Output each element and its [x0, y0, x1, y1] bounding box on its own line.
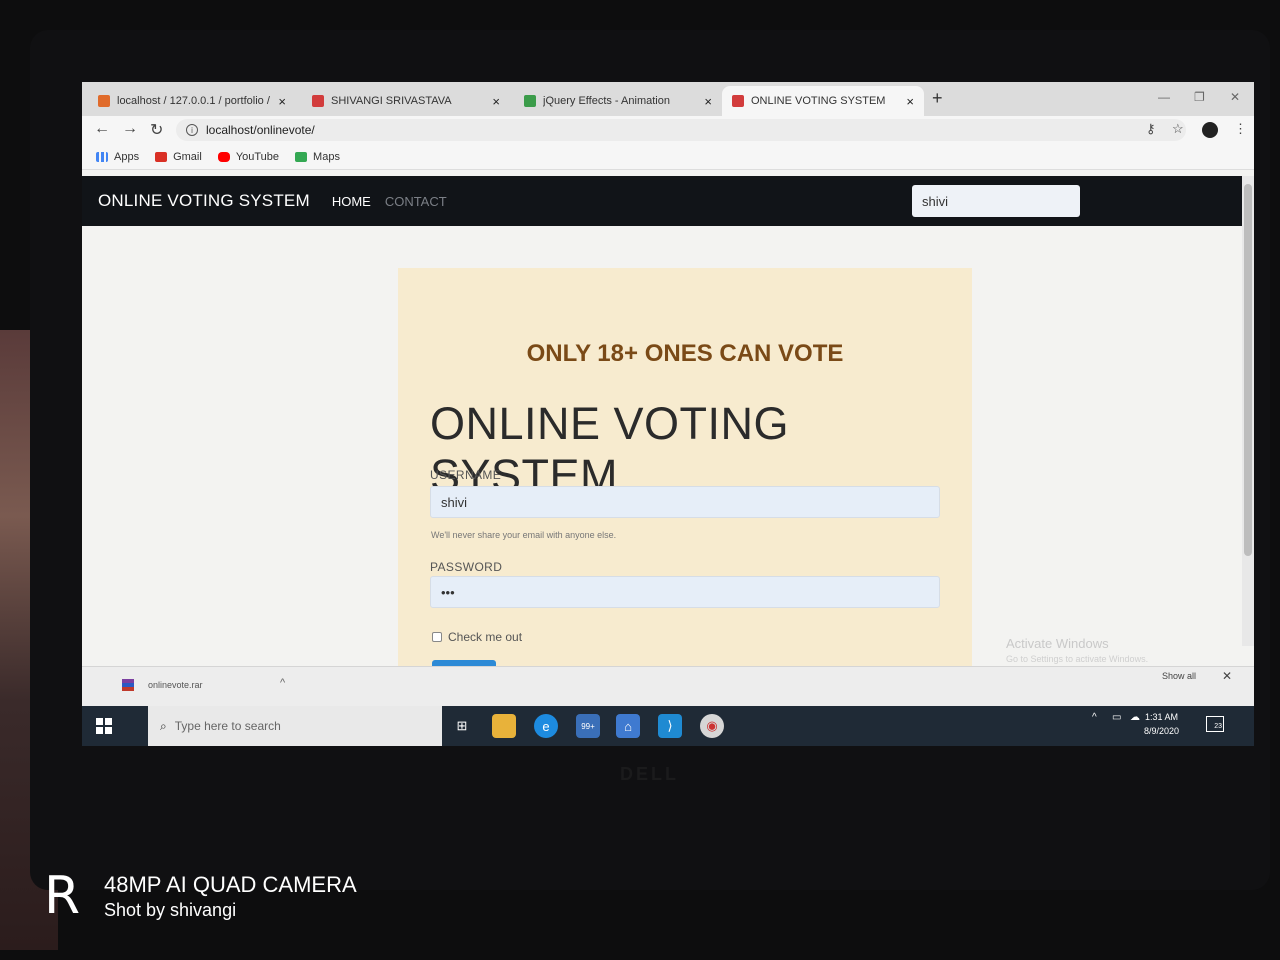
- username-hint: We'll never share your email with anyone…: [431, 530, 617, 540]
- browser-toolbar: ← → ↻ i localhost/onlinevote/ ⚷ ☆ ⋮: [82, 116, 1254, 144]
- site-brand[interactable]: ONLINE VOTING SYSTEM: [98, 191, 310, 211]
- scrollbar-thumb[interactable]: [1244, 184, 1252, 556]
- password-field[interactable]: [430, 576, 940, 608]
- username-field[interactable]: [430, 486, 940, 518]
- activate-windows-title: Activate Windows: [1006, 636, 1109, 651]
- w3schools-icon: [524, 95, 536, 107]
- search-icon: ⌕: [160, 718, 167, 733]
- camera-credit-text: Shot by shivangi: [104, 900, 237, 920]
- nav-home[interactable]: HOME: [332, 194, 371, 209]
- gmail-icon: [155, 151, 168, 162]
- apps-grid-icon: [96, 151, 108, 162]
- checkbox[interactable]: [432, 632, 442, 642]
- windows-taskbar: ⌕ Type here to search ⊞ e 99+ ⌂ ⟩ ◉ ^ ▭ …: [82, 706, 1254, 746]
- menu-kebab-icon[interactable]: ⋮: [1234, 121, 1247, 137]
- window-close-icon[interactable]: ✕: [1230, 90, 1240, 104]
- star-icon[interactable]: ☆: [1172, 121, 1184, 137]
- laptop-brand-logo: DELL: [620, 764, 679, 784]
- bookmark-label: Gmail: [173, 150, 202, 163]
- minimize-icon[interactable]: —: [1158, 90, 1170, 104]
- bookmark-label: YouTube: [235, 150, 280, 163]
- download-filename: onlinevote.rar: [148, 680, 203, 690]
- tray-chevron-icon[interactable]: ^: [1092, 712, 1097, 723]
- maximize-icon[interactable]: ❐: [1194, 90, 1205, 104]
- battery-icon[interactable]: ▭: [1112, 712, 1121, 723]
- info-icon[interactable]: i: [186, 124, 198, 136]
- password-label: PASSWORD: [430, 560, 503, 574]
- store-icon[interactable]: ⌂: [616, 714, 640, 738]
- windows-start-icon[interactable]: [96, 718, 112, 734]
- laptop-screen: localhost / 127.0.0.1 / portfolio / × SH…: [82, 82, 1254, 746]
- tab-title: jQuery Effects - Animation: [543, 95, 670, 107]
- page-scrollbar[interactable]: [1242, 176, 1254, 646]
- task-view-icon[interactable]: ⊞: [450, 714, 474, 738]
- bookmark-label: Apps: [114, 150, 140, 163]
- tab-title: ONLINE VOTING SYSTEM: [751, 95, 886, 107]
- clock-time: 1:31 AM: [1145, 712, 1179, 722]
- show-all-button[interactable]: Show all: [1162, 671, 1196, 681]
- bookmarks-bar: Apps Gmail YouTube Maps: [82, 144, 1254, 170]
- navbar-search-input[interactable]: [912, 185, 1080, 217]
- nav-contact[interactable]: CONTACT: [385, 194, 447, 209]
- age-requirement-heading: ONLY 18+ ONES CAN VOTE: [526, 340, 844, 367]
- browser-tab-strip: localhost / 127.0.0.1 / portfolio / × SH…: [82, 82, 1254, 116]
- close-tab-icon[interactable]: ×: [492, 94, 500, 109]
- reload-icon[interactable]: ↻: [150, 120, 163, 140]
- address-bar[interactable]: i localhost/onlinevote/: [176, 119, 1186, 141]
- mail-icon[interactable]: 99+: [576, 714, 600, 738]
- html-file-icon: [732, 95, 744, 107]
- camera-model-text: 48MP AI QUAD CAMERA: [104, 872, 357, 897]
- camera-logo: R: [44, 866, 81, 926]
- notification-count: 23: [1214, 723, 1222, 730]
- maps-icon: [295, 151, 308, 162]
- bookmark-apps[interactable]: Apps: [96, 151, 139, 163]
- taskbar-search-box[interactable]: ⌕ Type here to search: [148, 706, 442, 746]
- onedrive-icon[interactable]: ☁: [1130, 712, 1140, 723]
- login-card: ONLY 18+ ONES CAN VOTE ONLINE VOTING SYS…: [398, 268, 972, 670]
- key-icon[interactable]: ⚷: [1146, 121, 1156, 137]
- back-arrow-icon[interactable]: ←: [94, 120, 110, 138]
- phpmyadmin-icon: [98, 95, 110, 107]
- forward-arrow-icon[interactable]: →: [122, 120, 138, 138]
- tab-title: SHIVANGI SRIVASTAVA: [331, 95, 452, 107]
- edge-icon[interactable]: e: [534, 714, 558, 738]
- download-shelf: onlinevote.rar ^ Show all ✕: [82, 666, 1254, 706]
- taskbar-search-placeholder: Type here to search: [174, 719, 281, 733]
- username-label: USERNAME: [430, 468, 502, 482]
- bookmark-gmail[interactable]: Gmail: [155, 151, 202, 163]
- profile-avatar[interactable]: [1202, 122, 1218, 138]
- close-shelf-icon[interactable]: ✕: [1222, 669, 1232, 683]
- clock-date: 8/9/2020: [1144, 726, 1180, 736]
- html-file-icon: [312, 95, 324, 107]
- bookmark-label: Maps: [313, 150, 340, 163]
- download-item[interactable]: onlinevote.rar: [122, 679, 203, 691]
- close-tab-icon[interactable]: ×: [278, 94, 286, 109]
- tab-online-voting[interactable]: ONLINE VOTING SYSTEM ×: [722, 86, 924, 116]
- tab-title: localhost / 127.0.0.1 / portfolio /: [117, 95, 270, 107]
- site-navbar: ONLINE VOTING SYSTEM HOME CONTACT: [82, 176, 1242, 226]
- checkbox-label: Check me out: [448, 630, 523, 644]
- action-center-icon[interactable]: 23: [1206, 716, 1224, 732]
- new-tab-button[interactable]: +: [932, 88, 943, 109]
- activate-windows-subtitle: Go to Settings to activate Windows.: [1006, 654, 1149, 664]
- bookmark-maps[interactable]: Maps: [295, 151, 340, 163]
- close-tab-icon[interactable]: ×: [704, 94, 712, 109]
- tab-jquery-effects[interactable]: jQuery Effects - Animation ×: [514, 86, 722, 116]
- close-tab-icon[interactable]: ×: [906, 94, 914, 109]
- system-clock[interactable]: 1:31 AM 8/9/2020: [1144, 710, 1179, 738]
- bookmark-youtube[interactable]: YouTube: [217, 150, 280, 163]
- page-body: ONLY 18+ ONES CAN VOTE ONLINE VOTING SYS…: [82, 226, 1242, 670]
- address-text: localhost/onlinevote/: [206, 123, 315, 137]
- remember-checkbox-row[interactable]: Check me out: [432, 630, 522, 644]
- tab-phpmyadmin[interactable]: localhost / 127.0.0.1 / portfolio / ×: [88, 86, 296, 116]
- chrome-icon[interactable]: ◉: [700, 714, 724, 738]
- mail-badge: 99+: [581, 721, 595, 731]
- file-explorer-icon[interactable]: [492, 714, 516, 738]
- chevron-up-icon[interactable]: ^: [280, 677, 285, 689]
- tab-shivangi[interactable]: SHIVANGI SRIVASTAVA ×: [302, 86, 510, 116]
- rar-file-icon: [122, 679, 134, 691]
- youtube-icon: [217, 151, 230, 162]
- vscode-icon[interactable]: ⟩: [658, 714, 682, 738]
